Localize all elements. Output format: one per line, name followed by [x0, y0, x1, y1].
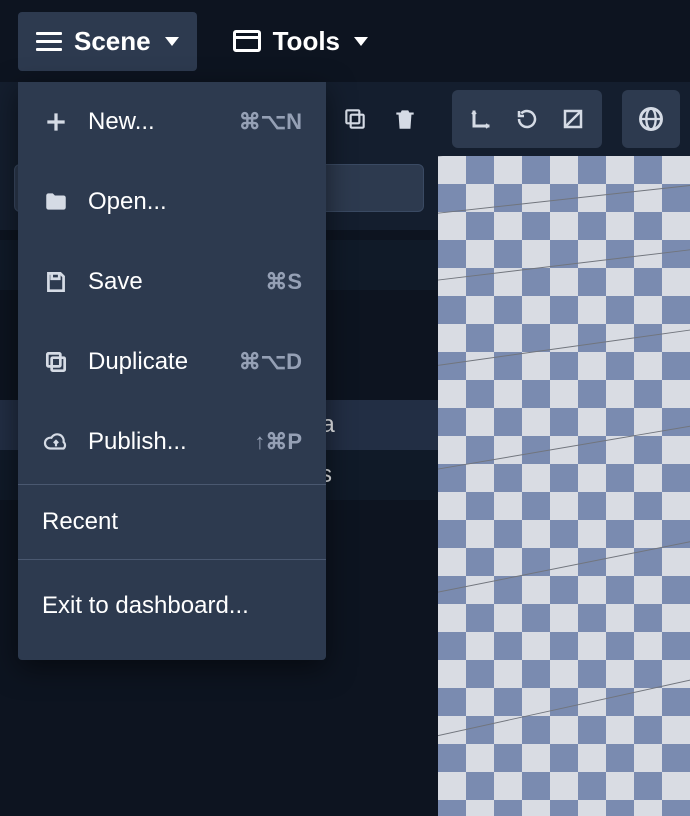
- menubar-scene[interactable]: Scene: [18, 12, 197, 71]
- trash-icon: [392, 106, 418, 132]
- caret-down-icon: [354, 37, 368, 46]
- plus-icon: [42, 109, 70, 135]
- right-panel: [438, 82, 690, 816]
- copy-icon: [342, 106, 368, 132]
- menu-recent[interactable]: Recent: [18, 487, 326, 557]
- dropdown-separator: [18, 484, 326, 485]
- refresh-icon: [515, 107, 539, 131]
- viewport-toolbar: [438, 82, 690, 156]
- menu-exit[interactable]: Exit to dashboard...: [18, 562, 326, 650]
- menubar-tools-label: Tools: [273, 26, 340, 57]
- box-icon: [561, 107, 585, 131]
- caret-down-icon: [165, 37, 179, 46]
- menu-save[interactable]: Save ⌘S: [18, 242, 326, 322]
- menu-shortcut: ⌘S: [265, 269, 302, 295]
- axes-icon: [469, 107, 493, 131]
- menubar-scene-label: Scene: [74, 26, 151, 57]
- duplicate-icon: [42, 349, 70, 375]
- globe-icon: [637, 105, 665, 133]
- axes-button[interactable]: [458, 96, 504, 142]
- menu-label: Save: [88, 268, 265, 296]
- menu-shortcut: ⌘⌥D: [239, 349, 302, 375]
- scene-dropdown: New... ⌘⌥N Open... Save ⌘S Duplicate: [18, 82, 326, 660]
- menu-label: Exit to dashboard...: [42, 592, 302, 620]
- hamburger-icon: [36, 32, 62, 51]
- menu-shortcut: ↑⌘P: [254, 429, 302, 455]
- menu-label: Publish...: [88, 428, 254, 456]
- folder-icon: [42, 189, 70, 215]
- viewport-canvas[interactable]: [438, 156, 690, 816]
- copy-button[interactable]: [340, 104, 370, 134]
- menu-open[interactable]: Open...: [18, 162, 326, 242]
- globe-button[interactable]: [622, 90, 680, 148]
- menu-shortcut: ⌘⌥N: [239, 109, 302, 135]
- dropdown-separator: [18, 559, 326, 560]
- save-icon: [42, 269, 70, 295]
- menubar-tools[interactable]: Tools: [215, 12, 386, 71]
- menu-label: Duplicate: [88, 348, 239, 376]
- view-tool-group: [452, 90, 602, 148]
- menubar: Scene Tools: [0, 0, 690, 82]
- box-button[interactable]: [550, 96, 596, 142]
- menu-label: New...: [88, 108, 239, 136]
- perspective-grid: [438, 156, 690, 816]
- menu-label: Recent: [42, 508, 302, 536]
- menu-new[interactable]: New... ⌘⌥N: [18, 82, 326, 162]
- delete-button[interactable]: [390, 104, 420, 134]
- cloud-upload-icon: [42, 429, 70, 455]
- refresh-button[interactable]: [504, 96, 550, 142]
- menu-duplicate[interactable]: Duplicate ⌘⌥D: [18, 322, 326, 402]
- menu-label: Open...: [88, 188, 302, 216]
- window-icon: [233, 30, 261, 52]
- menu-publish[interactable]: Publish... ↑⌘P: [18, 402, 326, 482]
